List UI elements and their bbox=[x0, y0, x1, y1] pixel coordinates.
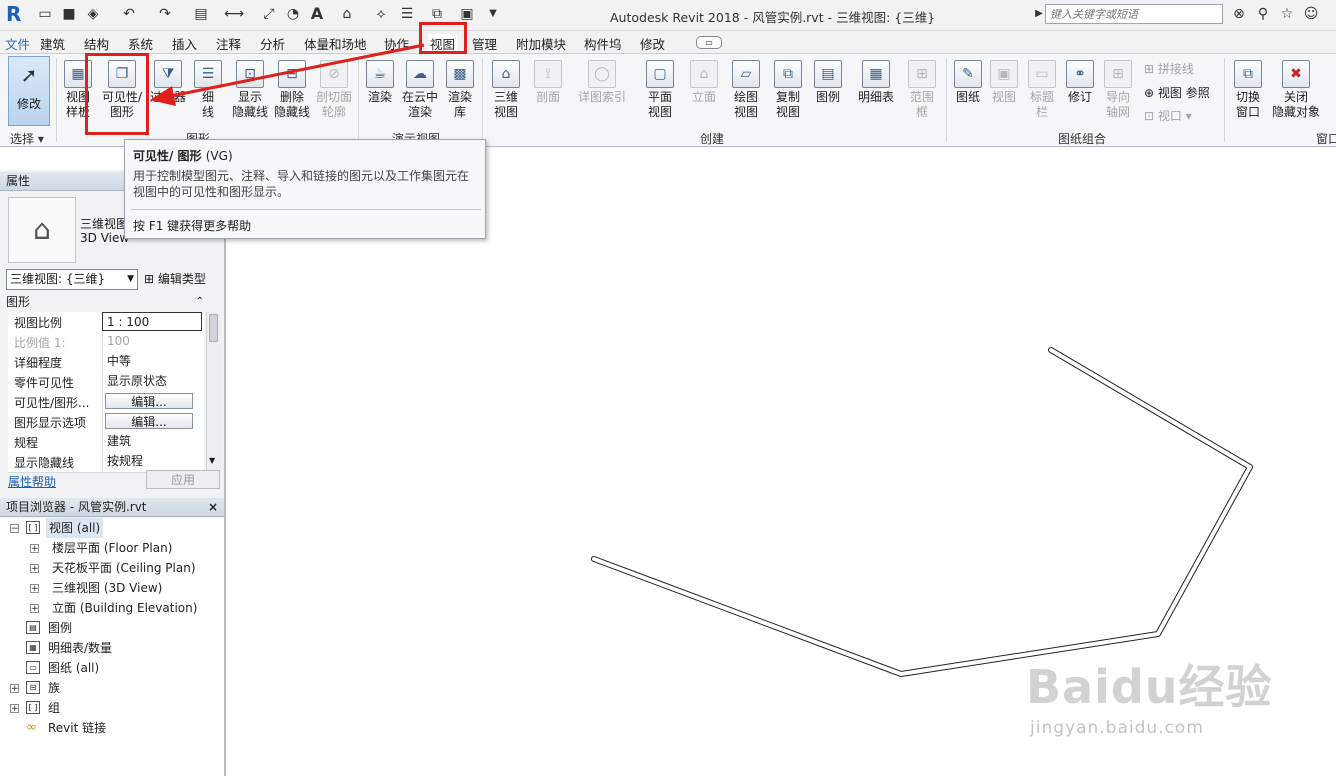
expand-toggle[interactable]: + bbox=[30, 604, 39, 614]
project-browser-tree: −[ ] 视图 (all) + 楼层平面 (Floor Plan) + 天花板平面 (… bbox=[0, 518, 224, 776]
type-selector[interactable]: 三维视图: {三维} ▼ bbox=[6, 269, 138, 290]
properties-scrollbar[interactable]: ▼ bbox=[206, 312, 221, 470]
scrollbar-thumb[interactable] bbox=[209, 314, 218, 342]
revit-links-icon: ∞ bbox=[26, 720, 37, 735]
duct-fill bbox=[592, 348, 1252, 676]
legends-icon: ▤ bbox=[26, 621, 40, 634]
left-dock: 属性 × ⌂ 三维视图 3D View 三维视图: {三维}▼ ⊞ 编辑类型 图… bbox=[0, 170, 226, 776]
prop-row-view-scale: 视图比例 1 : 100 bbox=[8, 312, 204, 333]
3d-view-type-icon: ⌂ bbox=[8, 197, 76, 263]
families-icon: ⊟ bbox=[26, 681, 40, 694]
apply-button[interactable]: 应用 bbox=[146, 470, 220, 489]
project-browser-header: 项目浏览器 - 风管实例.rvt × bbox=[0, 498, 224, 517]
properties-help-link[interactable]: 属性帮助 bbox=[8, 473, 56, 490]
duct-run[interactable] bbox=[591, 347, 1253, 677]
collapse-toggle[interactable]: − bbox=[10, 524, 19, 534]
edit-visibility-button[interactable]: 编辑... bbox=[105, 393, 193, 409]
watermark-url: jingyan.baidu.com bbox=[1030, 718, 1204, 738]
tooltip-shortcut: (VG) bbox=[205, 149, 233, 163]
prop-row-scale-value: 比例值 1: 100 bbox=[8, 332, 204, 353]
edit-type-button[interactable]: ⊞ 编辑类型 bbox=[144, 270, 206, 287]
arrow-head bbox=[150, 86, 176, 106]
section-graphics[interactable]: 图形 ⌃ bbox=[6, 294, 206, 310]
expand-toggle[interactable]: + bbox=[30, 544, 39, 554]
visibility-graphics-tooltip: 可见性/ 图形 (VG) 用于控制模型图元、注释、导入和链接的图元以及工作集图元… bbox=[124, 139, 486, 239]
prop-row-parts-visibility: 零件可见性 显示原状态 bbox=[8, 372, 204, 393]
tooltip-help: 按 F1 键获得更多帮助 bbox=[133, 219, 252, 233]
drawing-area-3d-view[interactable]: Baidu经验 jingyan.baidu.com bbox=[228, 170, 1336, 776]
duct-outline bbox=[591, 347, 1253, 677]
prop-row-graphic-display: 图形显示选项 编辑... bbox=[8, 412, 204, 433]
expand-toggle[interactable]: + bbox=[30, 584, 39, 594]
expand-toggle[interactable]: + bbox=[10, 704, 19, 714]
sheets-icon: ▭ bbox=[26, 661, 40, 674]
arrow-shaft bbox=[165, 43, 425, 99]
schedules-icon: ▦ bbox=[26, 641, 40, 654]
view-scale-input[interactable]: 1 : 100 bbox=[102, 312, 202, 331]
type-subname: 3D View bbox=[80, 231, 130, 245]
scroll-down-icon[interactable]: ▼ bbox=[209, 456, 215, 465]
type-name: 三维视图 bbox=[80, 217, 129, 231]
views-icon: [ ] bbox=[26, 521, 40, 534]
tooltip-title: 可见性/ 图形 bbox=[133, 149, 202, 163]
close-icon[interactable]: × bbox=[208, 498, 218, 516]
tooltip-description: 用于控制模型图元、注释、导入和链接的图元以及工作集图元在视图中的可见性和图形显示… bbox=[133, 169, 470, 199]
watermark-brand: Baidu经验 bbox=[1026, 660, 1273, 714]
chevron-down-icon: ▼ bbox=[127, 274, 134, 284]
prop-row-detail-level: 详细程度 中等 bbox=[8, 352, 204, 373]
edit-graphic-display-button[interactable]: 编辑... bbox=[105, 413, 193, 429]
expand-toggle[interactable]: + bbox=[30, 564, 39, 574]
expand-toggle[interactable]: + bbox=[10, 684, 19, 694]
edit-type-icon: ⊞ bbox=[144, 272, 158, 286]
groups-icon: [ ] bbox=[26, 701, 40, 714]
prop-row-discipline: 规程 建筑 bbox=[8, 432, 204, 453]
tooltip-divider bbox=[131, 209, 481, 210]
prop-row-visibility-graphics: 可见性/图形... 编辑... bbox=[8, 392, 204, 413]
collapse-icon: ⌃ bbox=[195, 296, 204, 307]
